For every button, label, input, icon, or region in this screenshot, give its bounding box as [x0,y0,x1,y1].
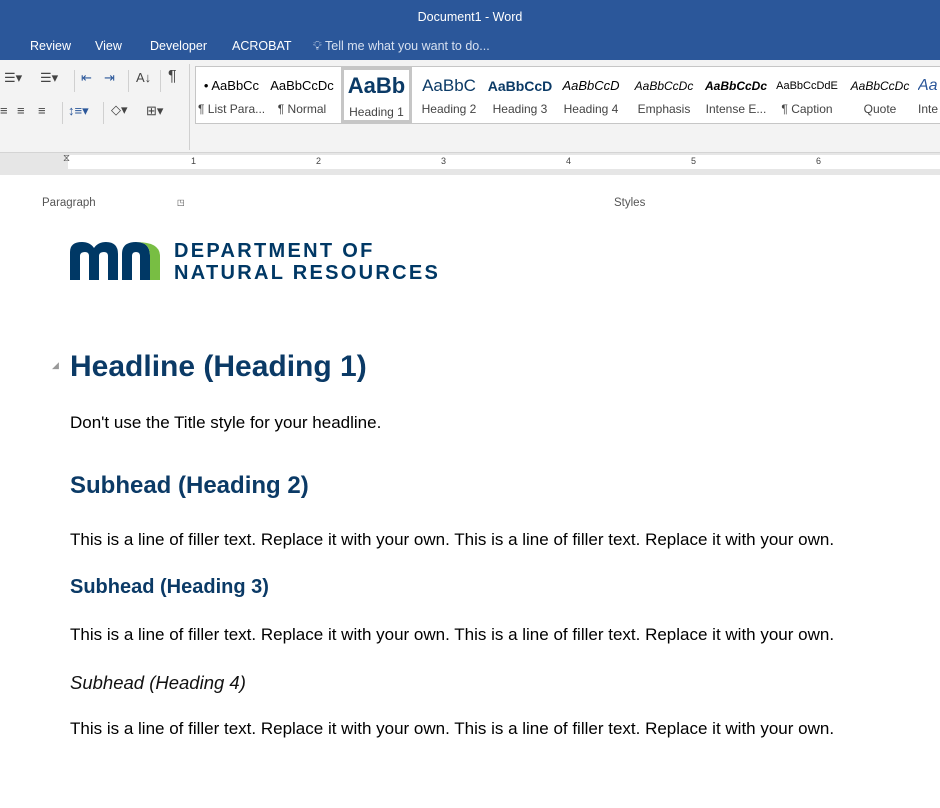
tab-acrobat[interactable]: ACROBAT [232,39,292,53]
style-intense-quote[interactable]: Aa Inte [918,67,940,123]
logo-line-2: NATURAL RESOURCES [174,262,441,284]
tab-review[interactable]: Review [30,39,71,53]
styles-gallery: • AaBbCc ¶ List Para... AaBbCcDc ¶ Normal … [195,66,940,124]
style-caption[interactable]: AaBbCcDdE ¶ Caption [773,67,841,123]
lightbulb-icon: 💡︎ [313,39,322,53]
title-bar: Document1 - Word Review View Developer A… [0,0,940,60]
mn-logo-mark [70,242,160,280]
style-normal[interactable]: AaBbCcDc ¶ Normal [268,67,336,123]
borders-icon[interactable]: ⊞▾ [146,103,163,119]
heading-4[interactable]: Subhead (Heading 4) [70,672,246,694]
window-title: Document1 - Word [417,10,523,24]
numbering-icon[interactable]: ☰▾ [4,70,22,86]
increase-indent-icon[interactable]: ⇥ [104,70,115,86]
style-heading-3[interactable]: AaBbCcD Heading 3 [486,67,554,123]
style-heading-1[interactable]: AaBb Heading 1 [341,67,412,123]
multilevel-list-icon[interactable]: ☰▾ [40,70,58,86]
dialog-launcher-icon[interactable]: ◳ [177,198,185,207]
show-formatting-icon[interactable]: ¶ [168,68,177,86]
paragraph[interactable]: This is a line of filler text. Replace i… [70,530,834,550]
paragraph[interactable]: Don't use the Title style for your headl… [70,413,381,433]
style-quote[interactable]: AaBbCcDc Quote [844,67,916,123]
horizontal-ruler[interactable]: ⧖ 1 2 3 4 5 6 [0,153,940,175]
style-heading-4[interactable]: AaBbCcD Heading 4 [556,67,626,123]
styles-group-label: Styles [614,197,646,209]
indent-marker-icon[interactable]: ⧖ [63,153,70,164]
style-list-paragraph[interactable]: • AaBbCc ¶ List Para... [198,67,265,123]
heading-3[interactable]: Subhead (Heading 3) [70,576,269,599]
align-right-icon[interactable]: ≡ [17,103,25,118]
justify-icon[interactable]: ≡ [38,103,46,118]
align-center-icon[interactable]: ≡ [0,103,8,118]
tell-me-box[interactable]: 💡︎ Tell me what you want to do... [313,39,490,54]
heading-2[interactable]: Subhead (Heading 2) [70,472,309,500]
paragraph-group-label: Paragraph [42,197,96,209]
paragraph[interactable]: This is a line of filler text. Replace i… [70,719,834,739]
tell-me-text: Tell me what you want to do... [325,39,490,53]
style-intense-emphasis[interactable]: AaBbCcDc Intense E... [702,67,770,123]
shading-icon[interactable]: ◇▾ [111,102,128,118]
paragraph[interactable]: This is a line of filler text. Replace i… [70,625,834,645]
logo-line-1: DEPARTMENT OF [174,240,375,262]
style-heading-2[interactable]: AaBbC Heading 2 [414,67,484,123]
line-spacing-icon[interactable]: ↕≡▾ [68,103,89,119]
sort-icon[interactable]: A↓ [136,70,151,85]
collapse-heading-icon[interactable]: ◢ [52,360,59,371]
decrease-indent-icon[interactable]: ⇤ [81,70,92,86]
dnr-logo: DEPARTMENT OF NATURAL RESOURCES [70,240,450,284]
style-emphasis[interactable]: AaBbCcDc Emphasis [628,67,700,123]
tab-view[interactable]: View [95,39,122,53]
heading-1[interactable]: Headline (Heading 1) [70,350,367,384]
tab-developer[interactable]: Developer [150,39,207,53]
